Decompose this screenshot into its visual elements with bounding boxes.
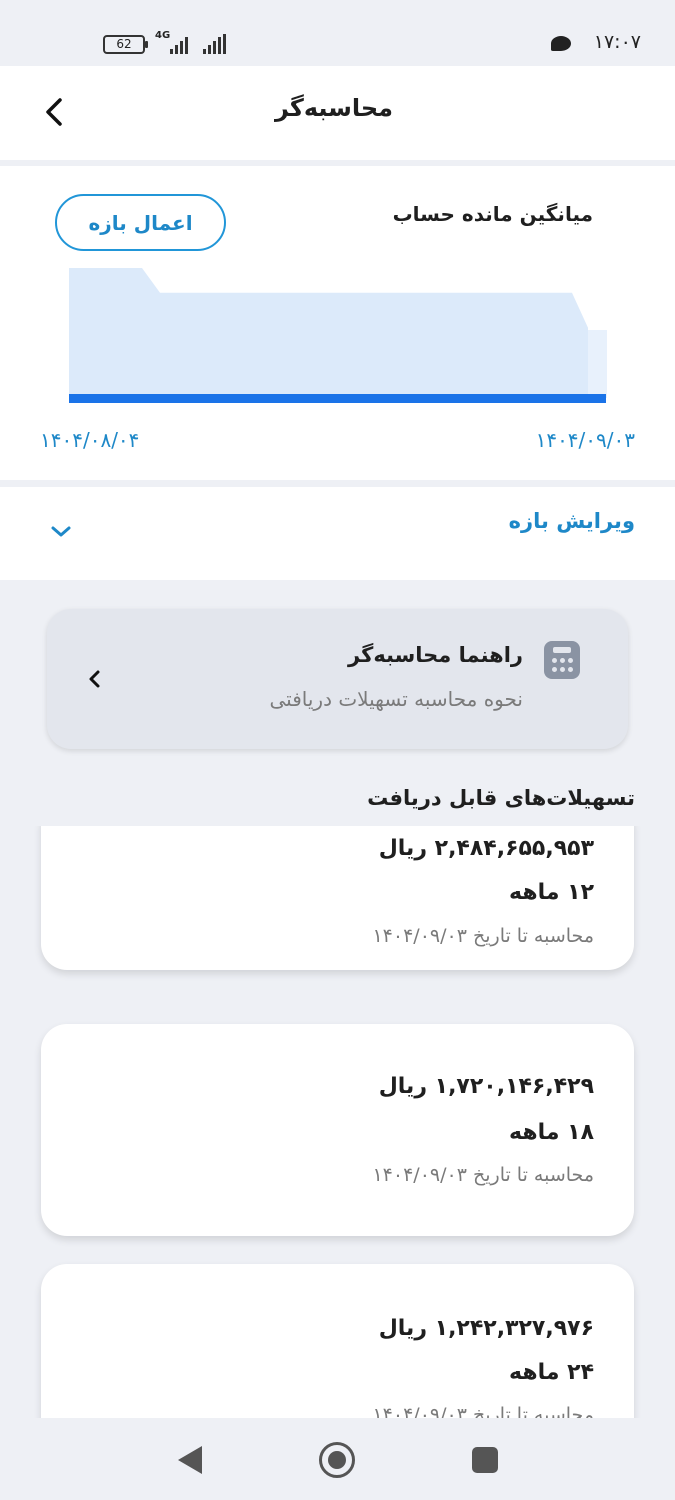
apply-range-button[interactable]: اعمال بازه [55,194,226,251]
facility-calc-date: محاسبه تا تاریخ ۱۴۰۴/۰۹/۰۳ [372,1164,594,1186]
facility-card[interactable]: ۱,۲۴۲,۳۲۷,۹۷۶ ریال ۲۴ ماهه محاسبه تا تار… [41,1264,634,1418]
facility-card[interactable]: ۲,۴۸۴,۶۵۵,۹۵۳ ریال ۱۲ ماهه محاسبه تا تار… [41,826,634,970]
facility-months: ۲۴ ماهه [509,1360,594,1385]
facility-amount: ۱,۷۲۰,۱۴۶,۴۲۹ ریال [378,1074,594,1099]
facility-calc-date: محاسبه تا تاریخ ۱۴۰۴/۰۹/۰۳ [372,1404,594,1418]
edit-range-row[interactable]: ویرایش بازه [0,487,675,580]
battery-indicator: 62 [103,35,148,54]
network-type: 4G [155,30,171,41]
chart-label: میانگین مانده حساب [392,202,593,226]
signal-icon-2 [203,34,226,54]
status-bar: 62 4G ۱۷:۰۷ [0,0,675,66]
status-time: ۱۷:۰۷ [593,31,641,53]
signal-icon [170,34,188,54]
facility-months: ۱۸ ماهه [509,1120,594,1145]
facilities-list[interactable]: ۲,۴۸۴,۶۵۵,۹۵۳ ریال ۱۲ ماهه محاسبه تا تار… [0,826,675,1418]
balance-area-chart [69,268,607,403]
facility-amount: ۱,۲۴۲,۳۲۷,۹۷۶ ریال [378,1316,594,1341]
chart-date-end: ۱۴۰۴/۰۹/۰۳ [535,428,635,452]
guide-subtitle: نحوه محاسبه تسهیلات دریافتی [269,687,523,711]
facility-months: ۱۲ ماهه [509,880,594,905]
back-arrow-icon[interactable] [38,94,74,130]
nav-recent-apps-icon[interactable] [472,1447,498,1473]
facilities-section-title: تسهیلات‌های قابل دریافت [367,786,635,810]
nav-home-icon[interactable] [319,1442,355,1478]
balance-chart-card: میانگین مانده حساب اعمال بازه ۱۴۰۴/۰۸/۰۴… [0,166,675,480]
chart-area-tail [588,330,607,398]
chevron-down-icon[interactable] [48,521,74,541]
guide-title: راهنما محاسبه‌گر [348,643,523,667]
facility-card[interactable]: ۱,۷۲۰,۱۴۶,۴۲۹ ریال ۱۸ ماهه محاسبه تا تار… [41,1024,634,1236]
calculator-guide-card[interactable]: راهنما محاسبه‌گر نحوه محاسبه تسهیلات دری… [47,609,628,749]
facility-amount: ۲,۴۸۴,۶۵۵,۹۵۳ ریال [378,836,594,861]
chat-notification-icon [551,36,571,51]
chart-area-series [69,268,588,398]
facility-calc-date: محاسبه تا تاریخ ۱۴۰۴/۰۹/۰۳ [372,925,594,947]
page-title: محاسبه‌گر [274,94,393,122]
edit-range-label: ویرایش بازه [508,509,635,533]
system-nav-bar [0,1418,675,1500]
chart-date-start: ۱۴۰۴/۰۸/۰۴ [40,428,140,452]
chevron-left-icon[interactable] [85,667,105,691]
app-bar: محاسبه‌گر [0,66,675,160]
chart-baseline [69,394,606,403]
calculator-icon [544,641,580,679]
nav-back-icon[interactable] [178,1446,202,1474]
